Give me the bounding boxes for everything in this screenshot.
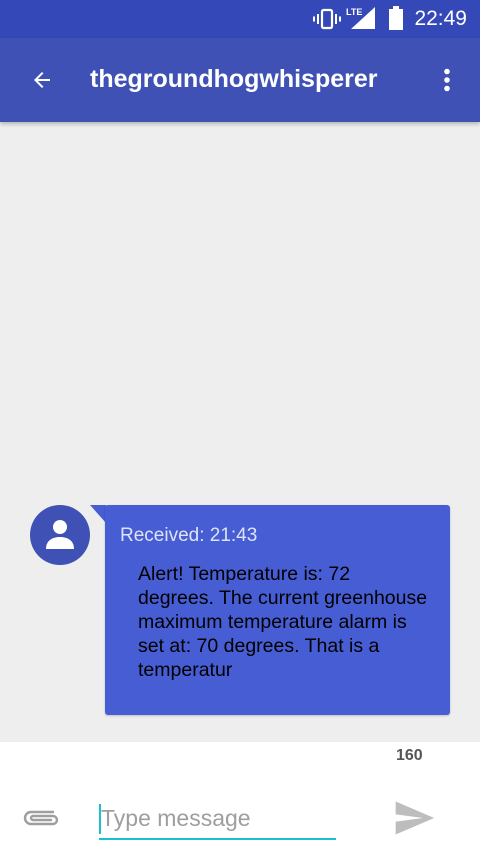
send-button[interactable] [384, 788, 444, 848]
conversation-title: thegroundhogwhisperer [90, 65, 378, 93]
text-cursor [99, 804, 101, 834]
message-bubble[interactable]: Received: 21:43 Alert! Temperature is: 7… [105, 505, 450, 715]
more-vert-icon [444, 68, 450, 92]
lte-label: LTE [346, 7, 362, 17]
message-timestamp: Received: 21:43 [120, 525, 258, 546]
contact-avatar[interactable] [30, 505, 90, 565]
back-button[interactable] [18, 56, 66, 104]
arrow-back-icon [34, 72, 50, 88]
attach-button[interactable] [14, 794, 70, 842]
battery-icon [389, 6, 403, 30]
lte-signal-icon: LTE [346, 7, 375, 29]
send-icon [395, 801, 435, 835]
status-time: 22:49 [414, 7, 467, 30]
message-input[interactable] [99, 798, 336, 840]
overflow-menu-button[interactable] [424, 56, 470, 104]
compose-bar: 160 [0, 742, 480, 854]
app-bar: thegroundhogwhisperer [0, 38, 480, 122]
message-bubble-tail [90, 505, 106, 523]
person-icon [46, 520, 74, 549]
status-bar: LTE 22:49 [0, 0, 480, 38]
character-counter: 160 [396, 747, 423, 764]
vibrate-icon [313, 8, 341, 30]
message-text: Alert! Temperature is: 72 degrees. The c… [138, 563, 428, 681]
paperclip-icon [23, 810, 59, 826]
